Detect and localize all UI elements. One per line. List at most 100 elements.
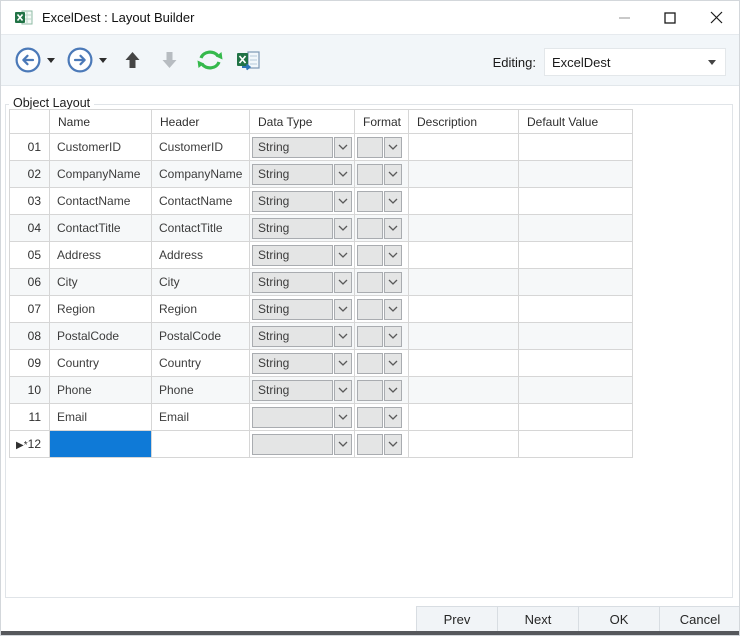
data-type-dropdown-button[interactable]: [334, 272, 352, 293]
format-dropdown-button[interactable]: [384, 272, 402, 293]
format-value[interactable]: [357, 407, 383, 428]
data-type-dropdown-button[interactable]: [334, 164, 352, 185]
data-type-cell[interactable]: String: [250, 296, 355, 323]
data-type-dropdown-button[interactable]: [334, 245, 352, 266]
data-type-dropdown-button[interactable]: [334, 353, 352, 374]
format-value[interactable]: [357, 434, 383, 455]
maximize-button[interactable]: [647, 1, 693, 34]
name-cell[interactable]: Country: [50, 350, 152, 377]
forward-dropdown-icon[interactable]: [99, 58, 107, 63]
row-header-cell[interactable]: 07: [10, 296, 50, 323]
header-cell[interactable]: City: [152, 269, 250, 296]
format-value[interactable]: [357, 164, 383, 185]
row-header-cell[interactable]: 02: [10, 161, 50, 188]
description-cell[interactable]: [409, 323, 519, 350]
format-value[interactable]: [357, 326, 383, 347]
format-cell[interactable]: [355, 161, 409, 188]
data-type-cell[interactable]: String: [250, 134, 355, 161]
default-value-cell[interactable]: [519, 377, 633, 404]
name-cell[interactable]: PostalCode: [50, 323, 152, 350]
data-type-cell[interactable]: String: [250, 215, 355, 242]
description-cell[interactable]: [409, 242, 519, 269]
description-cell[interactable]: [409, 350, 519, 377]
name-cell[interactable]: Phone: [50, 377, 152, 404]
description-cell[interactable]: [409, 269, 519, 296]
format-cell[interactable]: [355, 323, 409, 350]
format-dropdown-button[interactable]: [384, 380, 402, 401]
data-type-dropdown-button[interactable]: [334, 191, 352, 212]
header-cell[interactable]: CompanyName: [152, 161, 250, 188]
default-value-cell[interactable]: [519, 269, 633, 296]
header-cell[interactable]: Phone: [152, 377, 250, 404]
format-cell[interactable]: [355, 404, 409, 431]
data-type-value[interactable]: String: [252, 137, 333, 158]
back-dropdown-icon[interactable]: [47, 58, 55, 63]
format-cell[interactable]: [355, 215, 409, 242]
data-type-cell[interactable]: String: [250, 269, 355, 296]
row-header-cell[interactable]: 08: [10, 323, 50, 350]
data-type-dropdown-button[interactable]: [334, 137, 352, 158]
format-value[interactable]: [357, 245, 383, 266]
data-type-value[interactable]: String: [252, 272, 333, 293]
data-type-value[interactable]: [252, 407, 333, 428]
name-cell[interactable]: ContactTitle: [50, 215, 152, 242]
format-value[interactable]: [357, 272, 383, 293]
prev-button[interactable]: Prev: [416, 606, 498, 633]
next-button[interactable]: Next: [497, 606, 579, 633]
data-type-value[interactable]: String: [252, 218, 333, 239]
header-cell[interactable]: Address: [152, 242, 250, 269]
row-header-cell[interactable]: 01: [10, 134, 50, 161]
default-value-cell[interactable]: [519, 350, 633, 377]
name-cell[interactable]: CompanyName: [50, 161, 152, 188]
header-cell[interactable]: Region: [152, 296, 250, 323]
row-header-cell[interactable]: 03: [10, 188, 50, 215]
format-dropdown-button[interactable]: [384, 299, 402, 320]
description-cell[interactable]: [409, 296, 519, 323]
data-type-dropdown-button[interactable]: [334, 434, 352, 455]
data-type-cell[interactable]: String: [250, 242, 355, 269]
default-value-cell[interactable]: [519, 188, 633, 215]
name-cell[interactable]: [50, 431, 152, 458]
description-cell[interactable]: [409, 377, 519, 404]
header-cell[interactable]: PostalCode: [152, 323, 250, 350]
data-type-value[interactable]: [252, 434, 333, 455]
description-cell[interactable]: [409, 188, 519, 215]
format-dropdown-button[interactable]: [384, 326, 402, 347]
header-cell[interactable]: Country: [152, 350, 250, 377]
default-value-cell[interactable]: [519, 296, 633, 323]
cancel-button[interactable]: Cancel: [659, 606, 740, 633]
format-dropdown-button[interactable]: [384, 434, 402, 455]
data-type-cell[interactable]: [250, 431, 355, 458]
format-cell[interactable]: [355, 269, 409, 296]
format-cell[interactable]: [355, 134, 409, 161]
format-dropdown-button[interactable]: [384, 245, 402, 266]
description-cell[interactable]: [409, 161, 519, 188]
data-type-value[interactable]: String: [252, 326, 333, 347]
data-type-value[interactable]: String: [252, 353, 333, 374]
format-dropdown-button[interactable]: [384, 218, 402, 239]
default-value-cell[interactable]: [519, 215, 633, 242]
default-value-cell[interactable]: [519, 323, 633, 350]
format-value[interactable]: [357, 353, 383, 374]
name-cell[interactable]: City: [50, 269, 152, 296]
row-header-cell[interactable]: 06: [10, 269, 50, 296]
data-type-cell[interactable]: String: [250, 323, 355, 350]
format-dropdown-button[interactable]: [384, 353, 402, 374]
row-header-cell[interactable]: 11: [10, 404, 50, 431]
default-value-cell[interactable]: [519, 404, 633, 431]
description-cell[interactable]: [409, 215, 519, 242]
format-value[interactable]: [357, 299, 383, 320]
format-value[interactable]: [357, 380, 383, 401]
refresh-button[interactable]: [196, 47, 224, 73]
data-type-dropdown-button[interactable]: [334, 299, 352, 320]
data-type-dropdown-button[interactable]: [334, 326, 352, 347]
format-cell[interactable]: [355, 296, 409, 323]
data-type-cell[interactable]: [250, 404, 355, 431]
row-header-cell[interactable]: 05: [10, 242, 50, 269]
data-type-value[interactable]: String: [252, 299, 333, 320]
row-header-cell[interactable]: ▶*12: [10, 431, 50, 458]
move-up-button[interactable]: [124, 51, 141, 69]
close-button[interactable]: [693, 1, 739, 34]
description-cell[interactable]: [409, 431, 519, 458]
default-value-cell[interactable]: [519, 242, 633, 269]
